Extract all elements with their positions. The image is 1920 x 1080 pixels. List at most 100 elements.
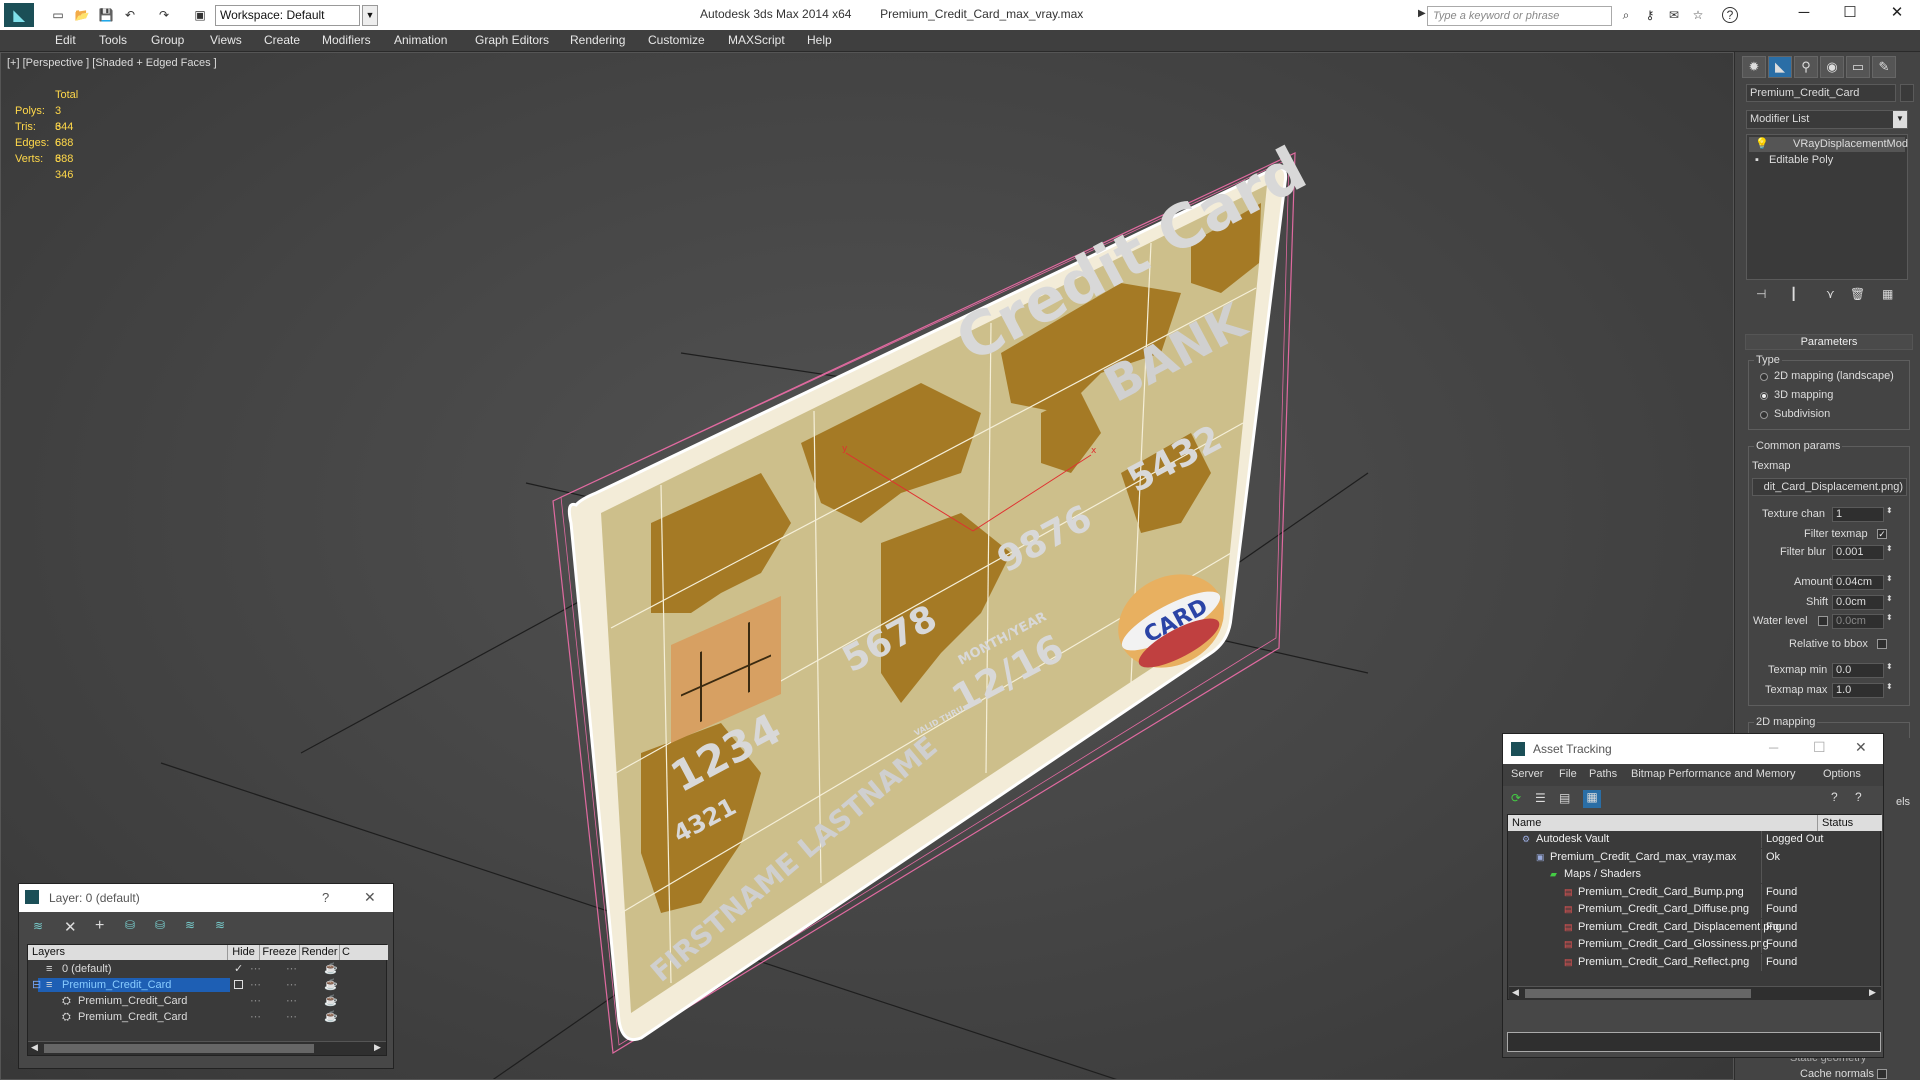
maximize-button[interactable]: ☐ [1827,0,1873,26]
new-layer-icon[interactable]: ≋ [33,919,43,933]
display-tab-icon[interactable]: ▭ [1846,56,1870,78]
scroll-thumb[interactable] [44,1044,314,1053]
redo-icon[interactable]: ↷ [156,7,172,23]
menu-rendering[interactable]: Rendering [570,33,625,47]
maximize-icon[interactable]: ☐ [1813,739,1826,756]
column-header-status[interactable]: Status [1818,815,1882,831]
menu-graph-editors[interactable]: Graph Editors [475,33,549,47]
expand-icon[interactable]: ▪ [1755,154,1759,166]
help-icon[interactable]: ? [1722,7,1738,23]
column-header-render[interactable]: Render [300,945,340,960]
new-file-icon[interactable]: ▭ [50,7,66,23]
settings-help-icon[interactable]: ? [1855,790,1862,804]
hide-toggle[interactable]: ⋯ [250,977,261,993]
asset-row[interactable]: ▤ Premium_Credit_Card_Glossiness.png Found [1508,936,1880,953]
lightbulb-icon[interactable]: 💡 [1755,138,1769,150]
asset-row[interactable]: ⚙ Autodesk Vault Logged Out [1508,831,1880,848]
menu-views[interactable]: Views [210,33,242,47]
close-icon[interactable]: ✕ [364,889,376,906]
hide-toggle[interactable]: ⋯ [250,1009,261,1025]
scroll-left-icon[interactable]: ◀ [31,1042,38,1053]
collapse-icon[interactable]: ⊟ [32,977,41,993]
show-end-result-icon[interactable]: ┃ [1790,287,1797,301]
freeze-toggle[interactable]: ⋯ [286,1009,297,1025]
water-level-checkbox[interactable] [1818,616,1828,626]
column-header-name[interactable]: Name [1508,815,1818,831]
relative-bbox-checkbox[interactable] [1877,639,1887,649]
motion-tab-icon[interactable]: ◉ [1820,56,1844,78]
amount-spinner[interactable]: 0.04cm [1832,575,1884,590]
delete-layer-icon[interactable]: ✕ [64,918,77,936]
active-layer-checkbox[interactable] [234,980,243,989]
layer-row[interactable]: ≡ 0 (default) ✓ ⋯ ⋯ ☕ [28,961,383,977]
menu-animation[interactable]: Animation [394,33,447,47]
close-icon[interactable]: ✕ [1855,739,1867,756]
freeze-toggle[interactable]: ⋯ [286,993,297,1009]
search-expand-icon[interactable]: ▶ [1418,8,1426,19]
render-teapot-icon[interactable]: ☕ [324,993,338,1009]
layer-row[interactable]: ⛭ Premium_Credit_Card ⋯ ⋯ ☕ [28,993,383,1009]
open-file-icon[interactable]: 📂 [74,7,90,23]
menu-options[interactable]: Options [1823,768,1861,780]
menu-paths[interactable]: Paths [1589,768,1617,780]
asset-row[interactable]: ▤ Premium_Credit_Card_Diffuse.png Found [1508,901,1880,918]
chevron-down-icon[interactable]: ▼ [362,5,378,26]
freeze-toggle[interactable]: ⋯ [286,961,297,977]
communication-icon[interactable]: ✉ [1666,7,1682,23]
stack-item-editable-poly[interactable]: ▪ Editable Poly [1749,153,1905,168]
modifier-stack[interactable]: 💡 VRayDisplacementMod ▪ Editable Poly [1746,134,1908,280]
radio-2d-mapping[interactable] [1760,373,1768,381]
object-color-swatch[interactable] [1900,84,1914,102]
configure-sets-icon[interactable]: ▦ [1882,287,1893,301]
hierarchy-tab-icon[interactable]: ⚲ [1794,56,1818,78]
menu-tools[interactable]: Tools [99,33,127,47]
scroll-right-icon[interactable]: ▶ [1869,987,1876,998]
pin-stack-icon[interactable]: ⊣ [1756,287,1766,301]
menu-customize[interactable]: Customize [648,33,705,47]
make-unique-icon[interactable]: ⋎ [1826,287,1835,301]
menu-file[interactable]: File [1559,768,1577,780]
scroll-right-icon[interactable]: ▶ [374,1042,381,1053]
select-objects-icon[interactable]: ⛁ [125,918,135,932]
asset-row[interactable]: ▤ Premium_Credit_Card_Bump.png Found [1508,883,1880,901]
help-icon[interactable]: ? [1831,790,1838,804]
spinner-arrows-icon[interactable]: ⬍ [1886,613,1893,622]
asset-row[interactable]: ▣ Premium_Credit_Card_max_vray.max Ok [1508,848,1880,866]
horizontal-scrollbar[interactable]: ◀ ▶ [28,1041,386,1055]
refresh-icon[interactable]: ⟳ [1511,791,1521,805]
spinner-arrows-icon[interactable]: ⬍ [1886,594,1893,603]
menu-help[interactable]: Help [807,33,832,47]
binoculars-icon[interactable]: ⌕ [1618,7,1634,23]
stack-item-vray-displacement[interactable]: 💡 VRayDisplacementMod [1749,137,1908,152]
spinner-arrows-icon[interactable]: ⬍ [1886,506,1893,515]
create-tab-icon[interactable]: ✹ [1742,56,1766,78]
close-button[interactable]: ✕ [1874,0,1920,26]
modify-tab-icon[interactable]: ◣ [1768,56,1792,78]
modifier-list-dropdown[interactable]: Modifier List ▼ [1746,110,1908,129]
shift-spinner[interactable]: 0.0cm [1832,595,1884,610]
radio-3d-mapping[interactable] [1760,392,1768,400]
workspace-dropdown[interactable]: Workspace: Default ▼ [215,5,378,26]
render-teapot-icon[interactable]: ☕ [324,1009,338,1025]
hide-toggle[interactable]: ⋯ [250,993,261,1009]
grid-view-icon[interactable]: ▦ [1583,790,1601,808]
add-selection-icon[interactable]: + [95,917,104,935]
spinner-arrows-icon[interactable]: ⬍ [1886,662,1893,671]
column-header-color[interactable]: C [340,945,388,960]
remove-modifier-icon[interactable]: 🗑 [1850,287,1865,301]
menu-group[interactable]: Group [151,33,184,47]
water-level-spinner[interactable]: 0.0cm [1832,614,1884,629]
search-input[interactable]: Type a keyword or phrase [1427,6,1612,26]
freeze-all-icon[interactable]: ≋ [215,918,225,932]
menu-maxscript[interactable]: MAXScript [728,33,785,47]
texmap-button[interactable]: dit_Card_Displacement.png) [1752,478,1907,496]
minimize-icon[interactable]: ─ [1769,740,1778,755]
dialog-title-bar[interactable]: Layer: 0 (default) ? ✕ [19,884,393,912]
scroll-left-icon[interactable]: ◀ [1512,987,1519,998]
list-view-icon[interactable]: ☰ [1535,791,1546,805]
scroll-thumb[interactable] [1525,989,1751,998]
help-icon[interactable]: ? [322,890,329,905]
horizontal-scrollbar[interactable]: ◀ ▶ [1509,986,1881,1000]
filter-texmap-checkbox[interactable]: ✓ [1877,529,1887,539]
save-file-icon[interactable]: 💾 [98,7,114,23]
